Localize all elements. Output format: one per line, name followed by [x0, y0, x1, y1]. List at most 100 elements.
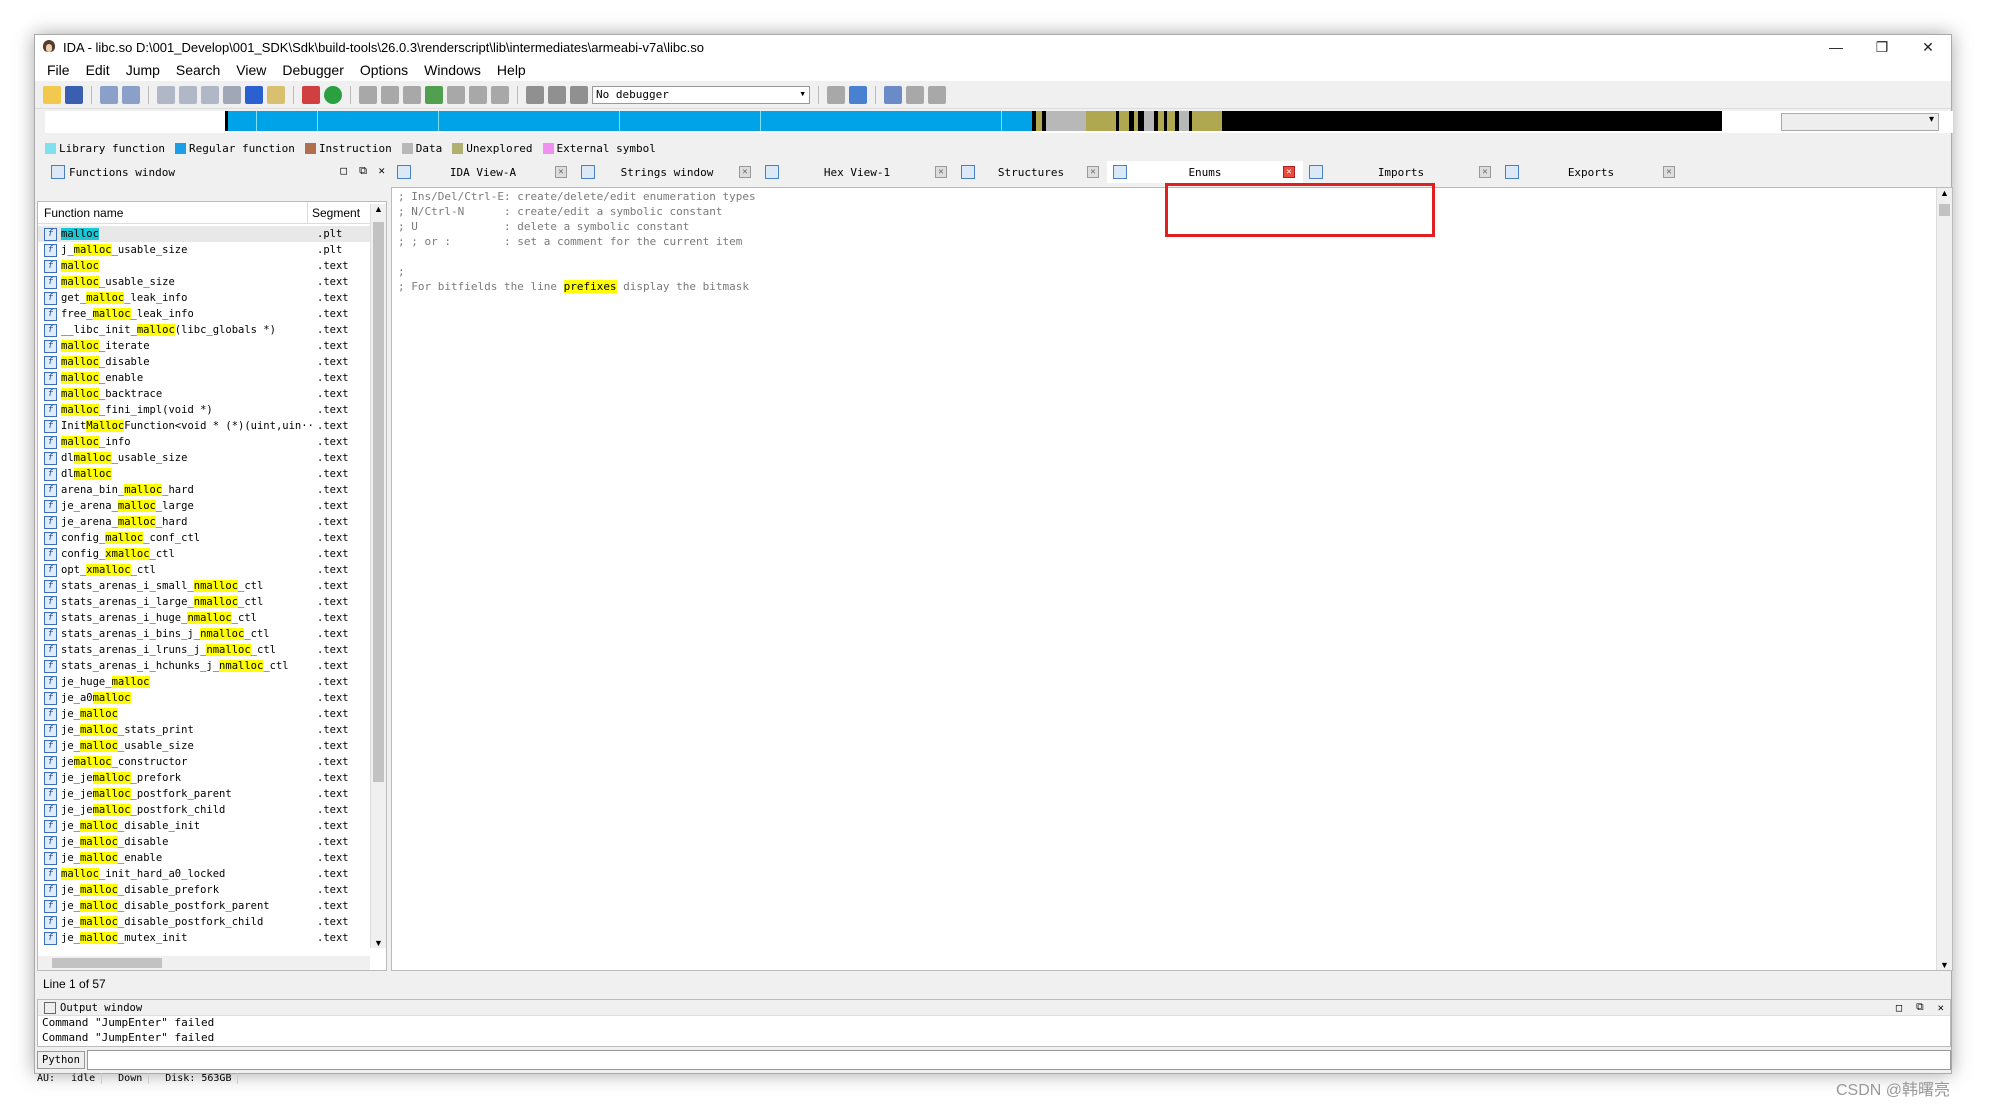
maximize-icon[interactable]: □ — [1896, 1002, 1902, 1014]
menu-debugger[interactable]: Debugger — [274, 62, 352, 78]
patch-icon[interactable] — [447, 85, 465, 104]
menu-options[interactable]: Options — [352, 62, 416, 78]
tab-imports[interactable]: Imports ✕ — [1303, 161, 1499, 183]
breakpoint-icon[interactable] — [884, 85, 902, 104]
restore-button[interactable]: ❐ — [1859, 35, 1905, 59]
close-icon[interactable]: ✕ — [1283, 166, 1295, 178]
function-row[interactable]: f malloc .text — [38, 258, 370, 274]
float-icon[interactable]: ⧉ — [359, 164, 367, 178]
menu-file[interactable]: File — [39, 62, 78, 78]
function-row[interactable]: f je_jemalloc_postfork_child .text — [38, 802, 370, 818]
scroll-down-icon[interactable]: ▼ — [371, 938, 386, 948]
paste-icon[interactable] — [179, 85, 197, 104]
function-row[interactable]: f malloc_init_hard_a0_locked .text — [38, 866, 370, 882]
scrollbar-thumb[interactable] — [373, 222, 384, 782]
column-segment[interactable]: Segment — [308, 206, 360, 220]
function-row[interactable]: f je_malloc_disable .text — [38, 834, 370, 850]
close-button[interactable]: ✕ — [1905, 35, 1951, 59]
function-row[interactable]: f stats_arenas_i_hchunks_j_nmalloc_ctl .te… — [38, 658, 370, 674]
struct-icon[interactable] — [381, 85, 399, 104]
function-row[interactable]: f __libc_init_malloc(libc_globals *) .text — [38, 322, 370, 338]
tab-enums[interactable]: Enums ✕ — [1107, 161, 1303, 183]
close-icon[interactable]: ✕ — [555, 166, 567, 178]
open-icon[interactable] — [43, 85, 61, 104]
close-icon[interactable]: ✕ — [1479, 166, 1491, 178]
close-icon[interactable]: ✕ — [378, 164, 385, 177]
functions-horizontal-scrollbar[interactable] — [38, 956, 370, 970]
tab-strings-window[interactable]: Strings window ✕ — [575, 161, 759, 183]
debugger-select[interactable]: No debugger — [592, 85, 810, 104]
menu-jump[interactable]: Jump — [118, 62, 168, 78]
function-row[interactable]: f malloc_iterate .text — [38, 338, 370, 354]
xref-icon[interactable] — [469, 85, 487, 104]
function-row[interactable]: f je_malloc_disable_prefork .text — [38, 882, 370, 898]
save-icon[interactable] — [65, 85, 83, 104]
pause-icon[interactable] — [548, 85, 566, 104]
function-row[interactable]: f malloc_disable .text — [38, 354, 370, 370]
search-icon[interactable] — [201, 85, 219, 104]
menu-search[interactable]: Search — [168, 62, 228, 78]
function-row[interactable]: f je_arena_malloc_large .text — [38, 498, 370, 514]
copy-icon[interactable] — [157, 85, 175, 104]
tab-ida-view-a[interactable]: IDA View-A ✕ — [391, 161, 575, 183]
function-row[interactable]: f opt_xmalloc_ctl .text — [38, 562, 370, 578]
close-icon[interactable]: ✕ — [739, 166, 751, 178]
function-row[interactable]: f je_malloc_enable .text — [38, 850, 370, 866]
tab-functions-window[interactable]: Functions window □ ⧉ ✕ — [45, 161, 391, 183]
function-row[interactable]: f stats_arenas_i_small_nmalloc_ctl .text — [38, 578, 370, 594]
function-row[interactable]: f je_jemalloc_postfork_parent .text — [38, 786, 370, 802]
step-icon[interactable] — [906, 85, 924, 104]
function-row[interactable]: f stats_arenas_i_bins_j_nmalloc_ctl .text — [38, 626, 370, 642]
run-script-icon[interactable] — [324, 85, 342, 104]
function-row[interactable]: f stats_arenas_i_large_nmalloc_ctl .text — [38, 594, 370, 610]
delete-icon[interactable] — [491, 85, 509, 104]
function-row[interactable]: f malloc_fini_impl(void *) .text — [38, 402, 370, 418]
float-icon[interactable]: ⧉ — [1916, 1001, 1924, 1014]
menu-windows[interactable]: Windows — [416, 62, 489, 78]
function-row[interactable]: f j_malloc_usable_size .plt — [38, 242, 370, 258]
enums-view[interactable]: ; Ins/Del/Ctrl-E: create/delete/edit enu… — [391, 187, 1953, 971]
function-row[interactable]: f je_arena_malloc_hard .text — [38, 514, 370, 530]
function-row[interactable]: f je_malloc_disable_postfork_child .text — [38, 914, 370, 930]
scrollbar-thumb[interactable] — [52, 958, 162, 968]
text-search-icon[interactable] — [267, 85, 285, 104]
function-row[interactable]: f je_malloc .text — [38, 706, 370, 722]
scroll-up-icon[interactable]: ▲ — [371, 204, 386, 214]
function-row[interactable]: f malloc_info .text — [38, 434, 370, 450]
function-row[interactable]: f config_malloc_conf_ctl .text — [38, 530, 370, 546]
function-row[interactable]: f malloc .plt — [38, 226, 370, 242]
jump-down-icon[interactable] — [245, 85, 263, 104]
column-function-name[interactable]: Function name — [38, 202, 308, 223]
close-icon[interactable]: ✕ — [1938, 1002, 1944, 1014]
functions-vertical-scrollbar[interactable]: ▲ ▼ — [370, 204, 386, 948]
segment-icon[interactable] — [359, 85, 377, 104]
enums-vertical-scrollbar[interactable]: ▲ ▼ — [1936, 188, 1952, 970]
close-icon[interactable]: ✕ — [935, 166, 947, 178]
attach-icon[interactable] — [827, 85, 845, 104]
tab-exports[interactable]: Exports ✕ — [1499, 161, 1683, 183]
scroll-down-icon[interactable]: ▼ — [1937, 960, 1952, 970]
python-button[interactable]: Python — [37, 1051, 85, 1069]
forward-icon[interactable] — [122, 85, 140, 104]
refresh-icon[interactable] — [849, 85, 867, 104]
binoculars-icon[interactable] — [223, 85, 241, 104]
navigation-bar[interactable] — [225, 111, 1765, 131]
function-row[interactable]: f malloc_enable .text — [38, 370, 370, 386]
close-icon[interactable]: ✕ — [1087, 166, 1099, 178]
close-icon[interactable]: ✕ — [1663, 166, 1675, 178]
function-row[interactable]: f arena_bin_malloc_hard .text — [38, 482, 370, 498]
tab-hex-view-1[interactable]: Hex View-1 ✕ — [759, 161, 955, 183]
function-row[interactable]: f je_malloc_disable_postfork_parent .text — [38, 898, 370, 914]
function-row[interactable]: f je_jemalloc_prefork .text — [38, 770, 370, 786]
navigation-dropdown[interactable]: ▾ — [1781, 113, 1939, 131]
function-row[interactable]: f stats_arenas_i_lruns_j_nmalloc_ctl .text — [38, 642, 370, 658]
function-row[interactable]: f je_a0malloc .text — [38, 690, 370, 706]
function-row[interactable]: f malloc_usable_size .text — [38, 274, 370, 290]
navigation-band[interactable]: ▾ — [45, 111, 1953, 133]
function-row[interactable]: f je_malloc_usable_size .text — [38, 738, 370, 754]
minimize-button[interactable]: — — [1813, 35, 1859, 59]
menu-edit[interactable]: Edit — [78, 62, 118, 78]
function-row[interactable]: f get_malloc_leak_info .text — [38, 290, 370, 306]
function-row[interactable]: f je_malloc_mutex_init .text — [38, 930, 370, 946]
trace-icon[interactable] — [928, 85, 946, 104]
